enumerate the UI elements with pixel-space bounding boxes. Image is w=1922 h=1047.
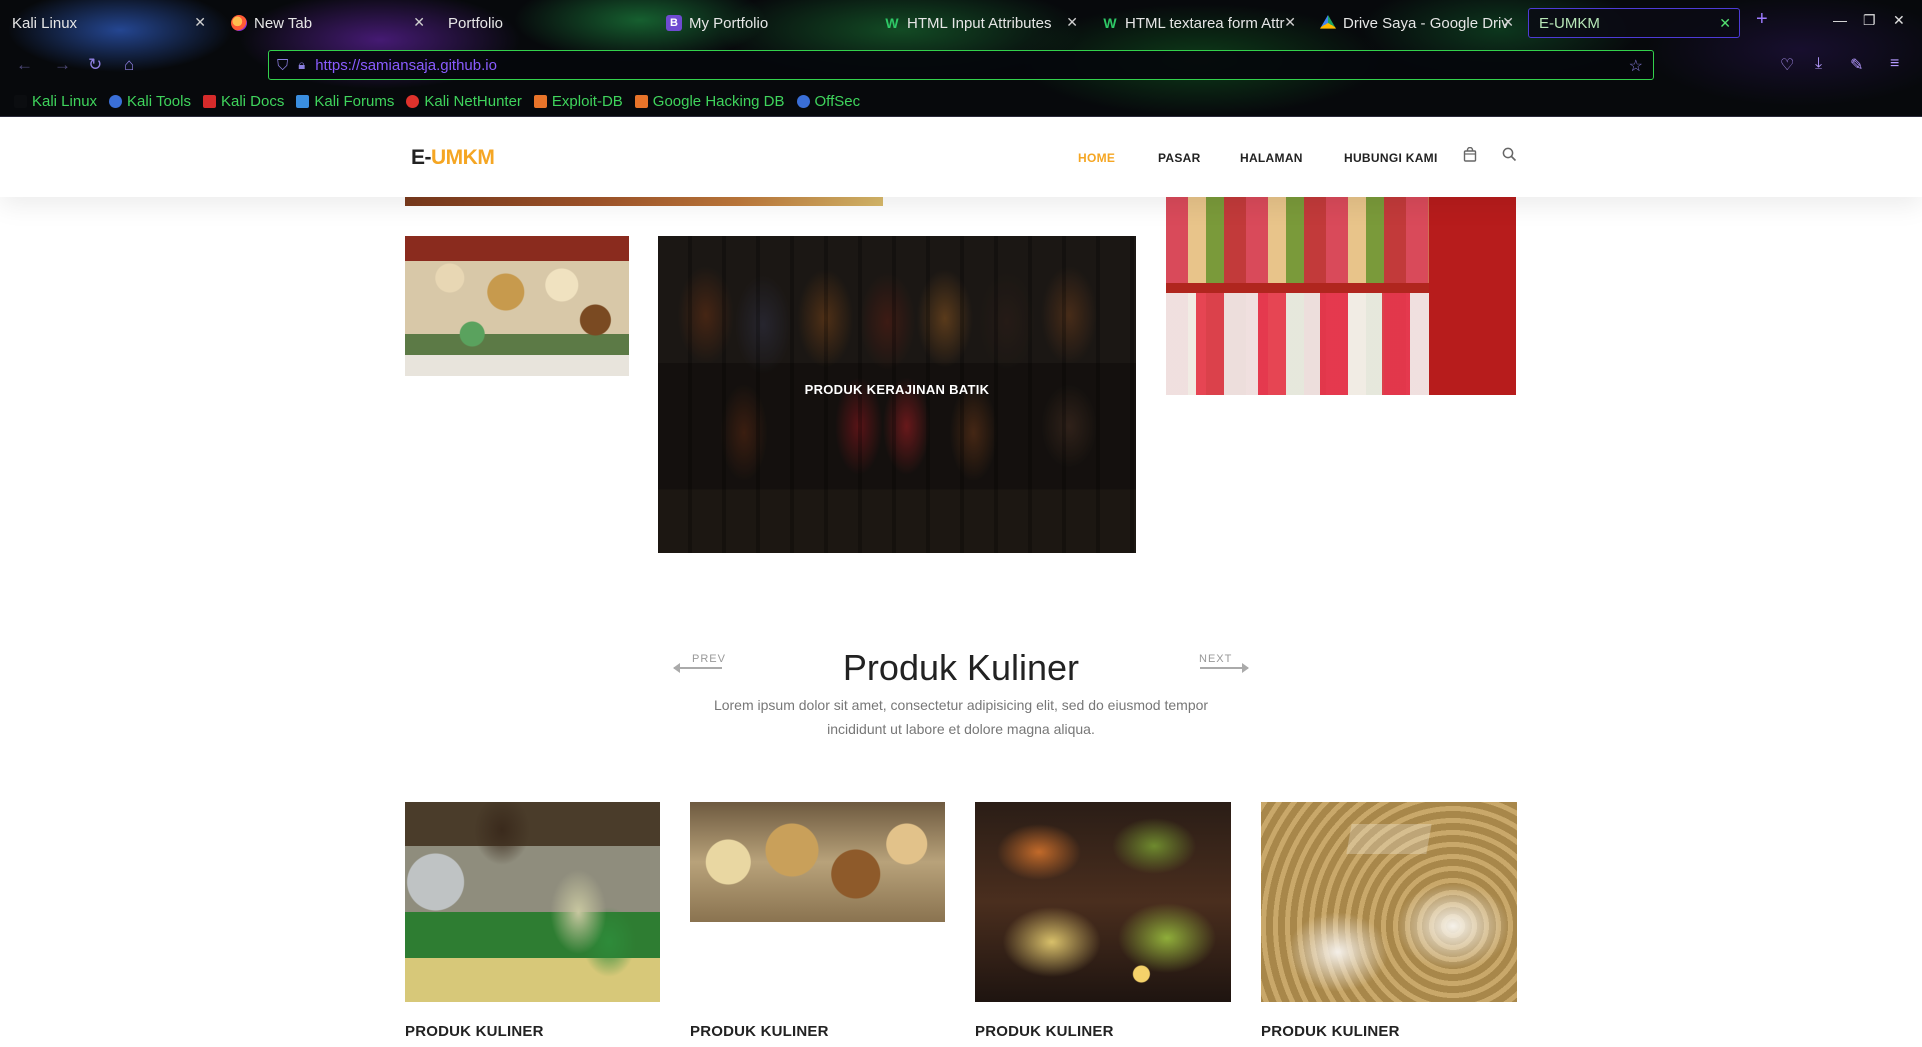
restore-icon[interactable]: ❐ (1863, 12, 1876, 29)
product-title-1[interactable]: PRODUK KULINER (405, 1023, 544, 1040)
section-title: Produk Kuliner (842, 647, 1080, 688)
close-icon[interactable]: ✕ (413, 14, 425, 31)
tab-title: Drive Saya - Google Driv (1343, 14, 1509, 32)
bookmark-offsec[interactable]: OffSec (796, 93, 860, 110)
home-icon[interactable]: ⌂ (124, 55, 134, 75)
w3schools-icon: W (885, 15, 899, 31)
shopping-bag-icon[interactable] (1463, 146, 1477, 166)
tab-my-portfolio[interactable]: B My Portfolio (656, 8, 868, 38)
exploit-db-icon (533, 94, 547, 108)
lock-icon[interactable]: 🔒︎ (298, 57, 305, 73)
ghdb-icon (634, 94, 648, 108)
close-icon[interactable]: ✕ (1719, 15, 1731, 32)
bookmark-kali-linux[interactable]: Kali Linux (14, 93, 97, 110)
close-icon[interactable]: ✕ (1284, 14, 1296, 31)
gallery-image-batik[interactable]: PRODUK KERAJINAN BATIK (658, 236, 1136, 553)
offsec-icon (796, 94, 810, 108)
gallery-image-top[interactable] (405, 197, 883, 206)
bookmark-kali-nethunter[interactable]: Kali NetHunter (406, 93, 522, 110)
search-icon[interactable] (1502, 147, 1517, 166)
reload-icon[interactable]: ↻ (88, 55, 102, 75)
close-icon[interactable]: ✕ (194, 14, 206, 31)
bookmarks-toolbar: Kali Linux Kali Tools Kali Docs Kali For… (0, 88, 1922, 114)
bookmark-kali-docs[interactable]: Kali Docs (202, 93, 284, 110)
close-icon[interactable]: ✕ (1066, 14, 1078, 31)
kali-icon (14, 94, 27, 108)
nav-hubungi-kami[interactable]: HUBUNGI KAMI (1344, 151, 1438, 165)
address-bar[interactable]: ⛉ 🔒︎ https://samiansaja.github.io ☆ (268, 50, 1654, 80)
gallery-image-store[interactable] (1166, 197, 1516, 395)
minimize-icon[interactable]: — (1833, 12, 1847, 28)
bookmark-kali-tools[interactable]: Kali Tools (109, 93, 191, 110)
w3schools-icon: W (1103, 15, 1117, 31)
back-icon[interactable]: ← (16, 55, 33, 75)
product-title-3[interactable]: PRODUK KULINER (975, 1023, 1114, 1040)
kali-forums-icon (296, 94, 310, 108)
tab-title: HTML textarea form Attr (1125, 14, 1285, 32)
extension-icon[interactable]: ✎ (1850, 55, 1863, 75)
tab-html-input-attributes[interactable]: W HTML Input Attributes ✕ (874, 8, 1086, 38)
tab-portfolio[interactable]: Portfolio (438, 8, 650, 38)
section-description: Lorem ipsum dolor sit amet, consectetur … (713, 697, 1209, 737)
downloads-icon[interactable]: ⤓ (1815, 55, 1822, 73)
forward-icon[interactable]: → (54, 55, 71, 75)
tab-e-umkm[interactable]: E-UMKM ✕ (1528, 8, 1740, 38)
nethunter-icon (406, 94, 420, 108)
bootstrap-icon: B (666, 15, 682, 31)
product-title-2[interactable]: PRODUK KULINER (690, 1023, 829, 1040)
nav-pasar[interactable]: PASAR (1158, 151, 1201, 165)
window-close-icon[interactable]: ✕ (1893, 12, 1905, 29)
gallery-image-snacks[interactable] (405, 236, 629, 376)
product-title-4[interactable]: PRODUK KULINER (1261, 1023, 1400, 1040)
navigation-bar: ← → ↻ ⌂ ⛉ 🔒︎ https://samiansaja.github.i… (0, 46, 1922, 84)
tab-html-textarea[interactable]: W HTML textarea form Attr ✕ (1092, 8, 1304, 38)
nav-home[interactable]: HOME (1078, 151, 1115, 165)
kali-docs-icon (202, 94, 216, 108)
google-drive-icon (1320, 15, 1336, 29)
tab-title: My Portfolio (689, 14, 769, 32)
bookmark-star-icon[interactable]: ☆ (1629, 56, 1643, 76)
product-image-1[interactable] (405, 802, 660, 1002)
bookmark-google-hacking-db[interactable]: Google Hacking DB (634, 93, 785, 110)
tracking-shield-icon[interactable]: ⛉ (277, 57, 288, 74)
site-logo[interactable]: E-UMKM (411, 146, 495, 170)
product-image-4[interactable] (1261, 802, 1517, 1002)
tab-title: E-UMKM (1539, 14, 1600, 32)
product-image-3[interactable] (975, 802, 1231, 1002)
site-header: E-UMKM HOME PASAR HALAMAN HUBUNGI KAMI (0, 117, 1922, 197)
new-tab-icon[interactable]: + (1756, 8, 1768, 31)
tab-title: New Tab (254, 14, 313, 32)
bookmark-kali-forums[interactable]: Kali Forums (296, 93, 394, 110)
tab-strip: Kali Linux ✕ New Tab ✕ Portfolio B My Po… (0, 0, 1922, 44)
tab-google-drive[interactable]: Drive Saya - Google Driv ✕ (1310, 8, 1522, 38)
menu-icon[interactable]: ≡ (1890, 55, 1899, 73)
web-page: E-UMKM HOME PASAR HALAMAN HUBUNGI KAMI P… (0, 117, 1922, 1047)
tab-kali-linux[interactable]: Kali Linux ✕ (2, 8, 214, 38)
tab-new-tab[interactable]: New Tab ✕ (221, 8, 433, 38)
kali-tools-icon (109, 94, 123, 108)
tab-title: Portfolio (448, 14, 504, 32)
pocket-icon[interactable]: ♡ (1780, 55, 1794, 75)
gallery-caption: PRODUK KERAJINAN BATIK (804, 382, 990, 397)
tab-title: Kali Linux (12, 14, 78, 32)
bookmark-exploit-db[interactable]: Exploit-DB (533, 93, 623, 110)
tab-title: HTML Input Attributes (907, 14, 1052, 32)
url-text[interactable]: https://samiansaja.github.io (315, 57, 497, 74)
browser-chrome: Kali Linux ✕ New Tab ✕ Portfolio B My Po… (0, 0, 1922, 117)
firefox-icon (231, 15, 247, 31)
close-icon[interactable]: ✕ (1502, 14, 1514, 31)
product-image-2[interactable] (690, 802, 945, 922)
nav-halaman[interactable]: HALAMAN (1240, 151, 1303, 165)
